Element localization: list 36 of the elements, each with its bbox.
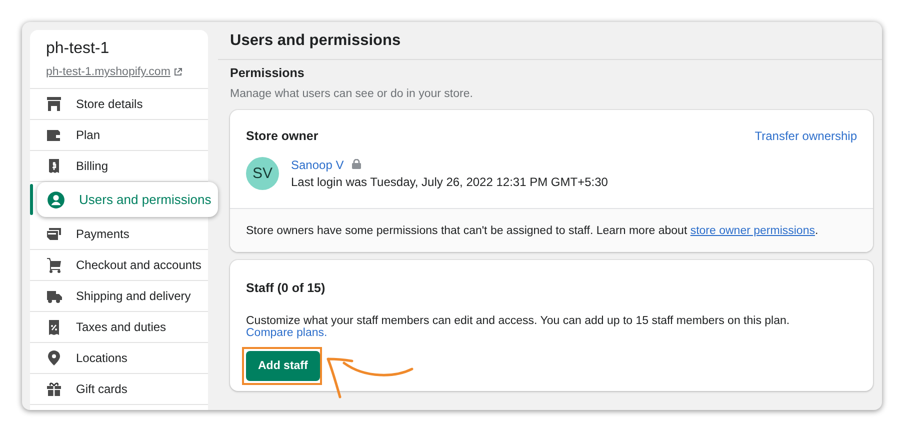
sidebar-item[interactable]: Store details (30, 89, 208, 120)
sidebar-item[interactable]: Taxes and duties (30, 312, 208, 343)
owner-note: Store owners have some permissions that can't be assigned to staff. Learn more about store owner permissions. (230, 208, 873, 252)
transfer-ownership-link[interactable]: Transfer ownership (754, 129, 857, 143)
section-title: Permissions (230, 66, 306, 80)
sidebar-item[interactable]: Plan (30, 120, 208, 151)
owner-name-link[interactable]: Sanoop V (291, 158, 344, 172)
user-icon (47, 190, 65, 208)
cart-icon (46, 257, 62, 273)
avatar: SV (246, 157, 279, 190)
compare-plans-link[interactable]: Compare plans. (246, 327, 328, 339)
sidebar-item[interactable]: Payments (30, 219, 208, 250)
sidebar-item[interactable]: Shipping and delivery (30, 281, 208, 312)
store-name: ph-test-1 (46, 40, 110, 58)
wallet-icon (46, 127, 62, 143)
card-title: Store owner (246, 129, 318, 143)
sidebar-item[interactable]: Gift cards (30, 374, 208, 405)
last-login-text: Last login was Tuesday, July 26, 2022 12:31 PM GMT+5:30 (291, 175, 608, 189)
sidebar-item[interactable]: Locations (30, 343, 208, 374)
truck-icon (46, 288, 62, 304)
receipt-icon (46, 319, 62, 335)
receipt-icon (46, 158, 62, 174)
gift-icon (46, 381, 62, 397)
card-title: Staff (0 of 15) (246, 281, 326, 295)
selection-bar (30, 184, 33, 215)
external-link-icon (174, 68, 182, 76)
page-title: Users and permissions (218, 22, 882, 60)
store-link[interactable]: ph-test-1.myshopify.com (46, 66, 182, 78)
section-subtitle: Manage what users can see or do in your store. (230, 88, 473, 100)
pin-icon (46, 350, 62, 366)
store-owner-permissions-link[interactable]: store owner permissions (690, 225, 815, 237)
add-staff-button[interactable]: Add staff (246, 351, 320, 381)
staff-description: Customize what your staff members can edit and access. You can add up to 15 staff members on this plan. Compare plans. (246, 315, 791, 339)
sidebar-item[interactable]: Checkout and accounts (30, 250, 208, 281)
card-icon (46, 226, 62, 242)
store-icon (46, 96, 62, 112)
